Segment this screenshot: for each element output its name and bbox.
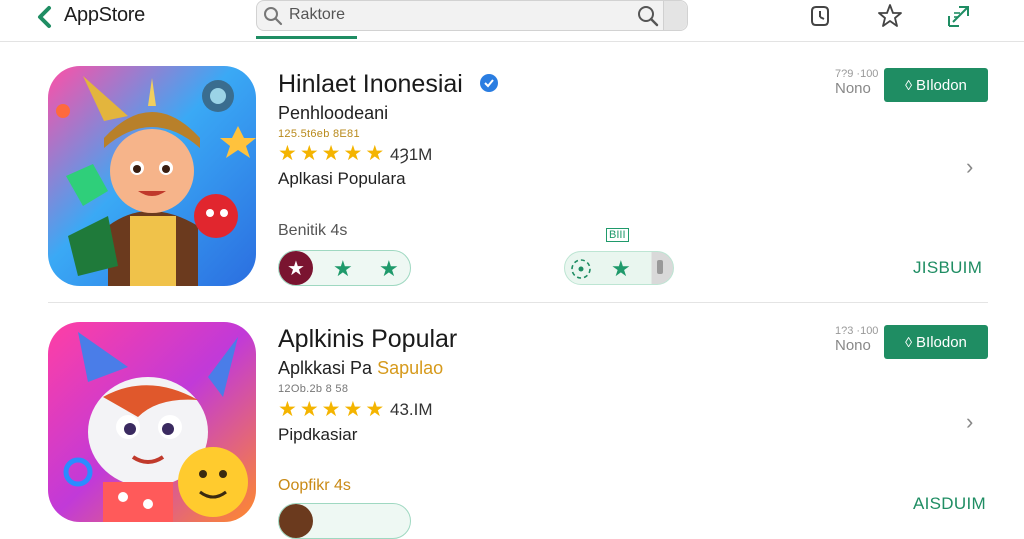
- app-icon-cartoon-fox[interactable]: [48, 322, 256, 522]
- developer-name[interactable]: Aplkkasi Pa Sapulao: [278, 358, 443, 379]
- install-button[interactable]: ◊ BIlodon: [884, 325, 988, 359]
- app-store-title: AppStore: [64, 4, 145, 26]
- section-label: Oopfikr 4s: [278, 477, 351, 494]
- app-meta-small: 12Ob.2b 8 58: [278, 383, 349, 395]
- search-submit-icon[interactable]: [637, 5, 659, 27]
- app-category: Pipdkasiar: [278, 425, 358, 444]
- install-icon: ◊: [905, 334, 913, 350]
- star-icon-filled: ★: [278, 142, 297, 165]
- star-icon: ★: [611, 256, 631, 281]
- divider: [48, 302, 988, 303]
- small-tag: BIII: [606, 228, 629, 242]
- rating-stars: ★ ★ ★ ★ ★: [278, 143, 384, 164]
- star-icon-filled: ★: [343, 142, 363, 165]
- top-bar: AppStore Raktore: [0, 0, 1024, 42]
- search-end-cap: [663, 1, 687, 30]
- rating-pill[interactable]: ★ ★ ★: [278, 250, 411, 286]
- developer-name[interactable]: Penhloodeani: [278, 103, 388, 124]
- price-small: 1?3 ·100: [835, 325, 879, 337]
- fox-illustration: [48, 322, 256, 522]
- star-icon-filled: ★: [299, 142, 319, 165]
- star-icon-filled: ★: [278, 398, 297, 421]
- star-badge-icon: ★: [279, 251, 313, 285]
- developer-highlight: Sapulao: [377, 358, 444, 378]
- star-icon-filled: ★: [321, 142, 341, 165]
- app-title[interactable]: Hinlaet Inonesiai: [278, 70, 463, 99]
- star-icon-filled: ★: [365, 398, 385, 421]
- star-icon[interactable]: [877, 3, 903, 29]
- install-icon: ◊: [905, 77, 913, 93]
- app-icon-game-hero[interactable]: [48, 66, 256, 286]
- price-label: Nono: [835, 337, 871, 354]
- secondary-action-pill[interactable]: ★: [564, 251, 674, 285]
- install-label: BIlodon: [916, 76, 967, 94]
- install-button[interactable]: ◊ BIlodon: [884, 68, 988, 102]
- download-count: 4Ȝ1M: [390, 145, 433, 164]
- developer-text: Aplkkasi Pa: [278, 358, 373, 378]
- star-icon: ★: [379, 256, 399, 281]
- share-circle-icon: [571, 259, 591, 279]
- star-icon-filled: ★: [365, 142, 385, 165]
- search-bar[interactable]: Raktore: [256, 0, 688, 31]
- share-icon[interactable]: [946, 3, 972, 29]
- badge-icon: [279, 504, 313, 538]
- app-meta-small: 125.5t6eb 8E81: [278, 128, 360, 140]
- verified-badge-icon: [480, 74, 498, 92]
- more-icon: [657, 260, 663, 274]
- search-input[interactable]: Raktore: [289, 6, 345, 24]
- price-small: 7?9 ·100: [835, 68, 879, 80]
- chevron-right-icon[interactable]: ›: [966, 154, 973, 180]
- download-count: 43.IM: [390, 400, 433, 419]
- star-icon-filled: ★: [343, 398, 363, 421]
- action-link[interactable]: AISDUIM: [913, 494, 986, 514]
- install-label: BIlodon: [916, 333, 967, 351]
- star-icon-filled: ★: [299, 398, 319, 421]
- star-icon: ★: [333, 256, 353, 281]
- rating-stars: ★ ★ ★ ★ ★: [278, 399, 384, 420]
- star-icon-filled: ★: [321, 398, 341, 421]
- price-label: Nono: [835, 80, 871, 97]
- hero-illustration: [48, 66, 256, 286]
- search-icon: [264, 7, 283, 26]
- active-tab-indicator: [256, 36, 357, 39]
- app-category: Aplkasi Populara: [278, 169, 406, 188]
- rating-pill[interactable]: [278, 503, 411, 539]
- back-chevron-icon[interactable]: [34, 5, 58, 29]
- action-link[interactable]: JISBUIM: [913, 258, 982, 278]
- section-label: Benitik 4s: [278, 222, 348, 239]
- clock-icon[interactable]: [807, 3, 833, 29]
- chevron-right-icon[interactable]: ›: [966, 409, 973, 435]
- app-title[interactable]: Aplkinis Popular: [278, 325, 457, 354]
